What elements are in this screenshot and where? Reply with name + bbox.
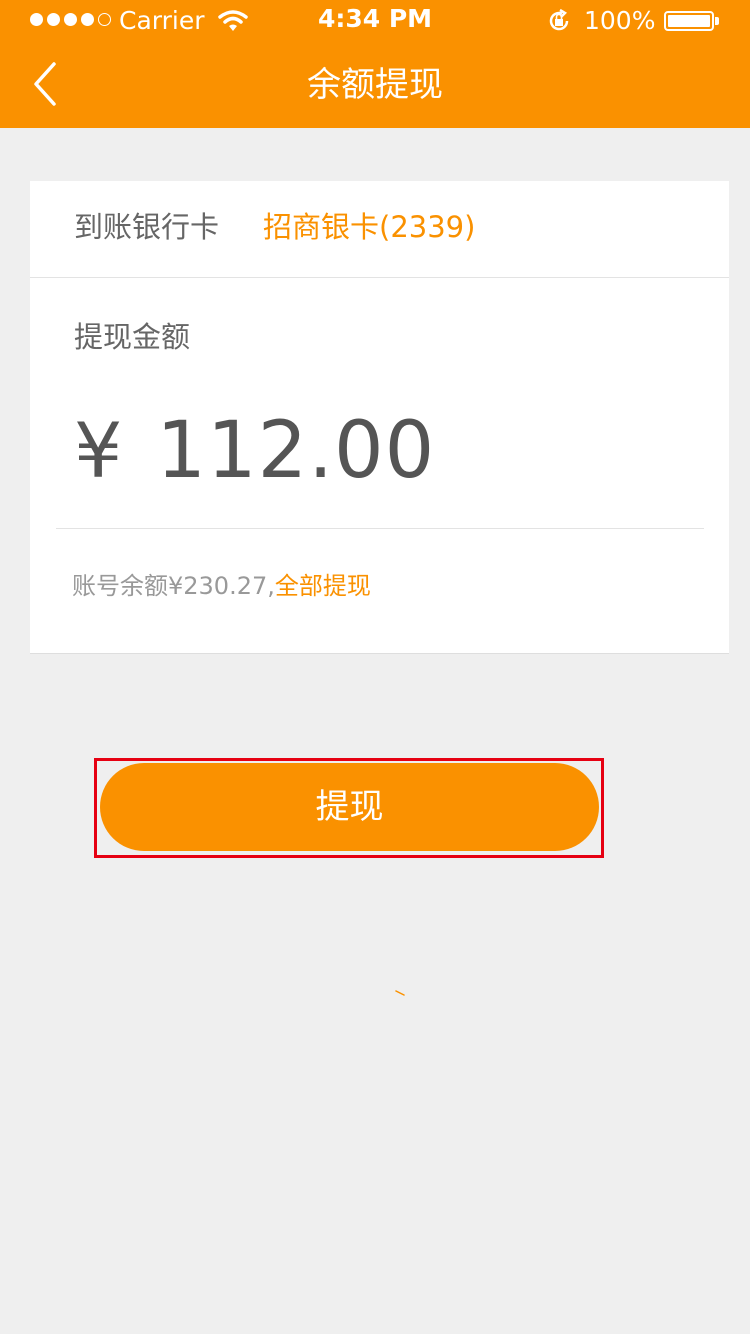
rotation-lock-icon [549,8,569,31]
loading-mark [395,990,405,996]
withdraw-all-link[interactable]: 全部提现 [275,572,371,600]
balance-text: 账号余额¥230.27, [72,572,275,600]
balance-info: 账号余额¥230.27,全部提现 [72,569,371,603]
currency-symbol: ¥ [74,406,123,495]
battery-percentage: 100% [584,6,656,35]
app-header: Carrier 4:34 PM 100% 余额提现 [0,0,750,128]
battery-tip [715,17,719,25]
divider [56,528,704,529]
withdraw-button[interactable]: 提现 [100,763,599,851]
page-title: 余额提现 [307,65,443,105]
bank-card-selector[interactable]: 到账银行卡 招商银卡(2339) [30,181,729,278]
amount-label: 提现金额 [74,320,191,354]
withdraw-card: 到账银行卡 招商银卡(2339) 提现金额 ¥ 112.00 账号余额¥230.… [30,181,729,654]
bank-card-value: 招商银卡(2339) [263,210,476,244]
bank-card-label: 到账银行卡 [74,210,220,244]
status-bar: Carrier 4:34 PM 100% [0,0,750,40]
amount-value[interactable]: 112.00 [156,406,435,496]
amount-input[interactable]: ¥ 112.00 [74,406,435,496]
battery-icon [664,11,714,31]
